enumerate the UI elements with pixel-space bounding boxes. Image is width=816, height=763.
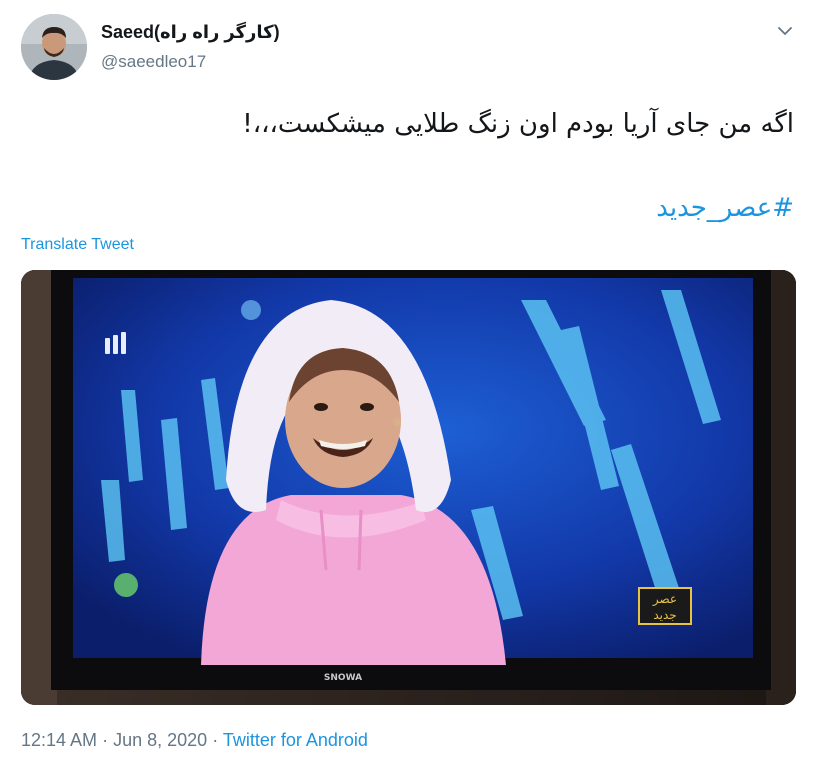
more-options-chevron-icon[interactable]	[772, 20, 798, 42]
separator: ·	[102, 730, 109, 750]
translate-tweet-link[interactable]: Translate Tweet	[21, 236, 134, 254]
tv-screen-photo: عصر جدید SNOWA	[21, 270, 796, 705]
separator: ·	[212, 730, 219, 750]
show-logo: عصر جدید	[638, 587, 692, 625]
tweet-text: اگه من جای آریا بودم اون زنگ طلایی میشکس…	[242, 109, 794, 139]
author-handle[interactable]: @saeedleo17	[101, 52, 206, 72]
svg-text:عصر: عصر	[652, 592, 677, 607]
svg-text:جدید: جدید	[653, 608, 676, 622]
tweet-media-photo[interactable]: عصر جدید SNOWA	[21, 270, 796, 705]
tweet-source-link[interactable]: Twitter for Android	[223, 730, 368, 750]
tweet-date[interactable]: Jun 8, 2020	[113, 730, 207, 750]
hashtag-link[interactable]: #عصر_جدید	[656, 188, 794, 228]
author-name[interactable]: Saeed(کارگر راه راه)	[101, 22, 280, 43]
avatar-photo	[21, 14, 87, 80]
tweet-time[interactable]: 12:14 AM	[21, 730, 97, 750]
avatar[interactable]	[21, 14, 87, 80]
svg-text:SNOWA: SNOWA	[324, 673, 362, 683]
tweet-footer: 12:14 AM · Jun 8, 2020 · Twitter for And…	[21, 730, 368, 751]
